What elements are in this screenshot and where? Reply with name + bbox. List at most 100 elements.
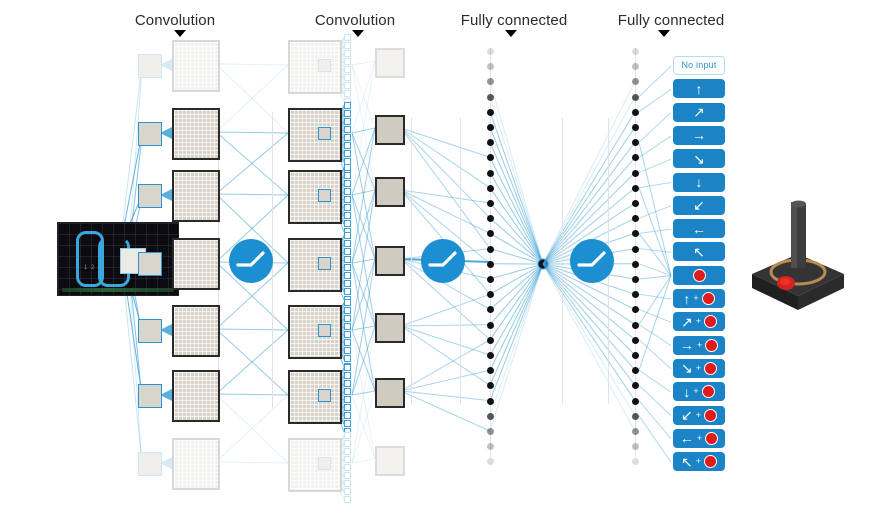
fc2-unit xyxy=(632,336,639,344)
conv2-receptive-square xyxy=(318,257,331,270)
atari-joystick xyxy=(745,196,855,321)
conv2-output-square xyxy=(375,378,405,408)
conv2-pool-cell xyxy=(344,66,351,73)
conv2-feature-map xyxy=(288,108,342,162)
conv2-pool-cell xyxy=(344,82,351,89)
arrow-icon-down-right: ↘ xyxy=(693,150,705,167)
conv2-pool-cell xyxy=(344,347,351,354)
action-button-up[interactable]: ↑ xyxy=(673,79,725,99)
plus-symbol: + xyxy=(695,409,701,420)
fc1-unit xyxy=(487,169,494,177)
column-label-fc1: Fully connected xyxy=(460,12,568,29)
conv2-pool-cell xyxy=(344,323,351,330)
fire-button-icon xyxy=(704,408,717,422)
action-button-up-right[interactable]: ↗ xyxy=(673,102,725,122)
arrow-icon-left-fire: ← xyxy=(679,430,694,447)
conv2-receptive-square xyxy=(318,324,331,337)
fc1-unit xyxy=(487,397,494,405)
fc1-unit xyxy=(487,352,494,359)
action-button-down-fire[interactable]: ↓ + xyxy=(673,382,725,402)
fc1-unit xyxy=(487,93,494,101)
action-button-no-input[interactable]: No input xyxy=(673,56,725,75)
fc1-unit xyxy=(487,428,494,435)
separator-5 xyxy=(562,118,563,404)
conv2-output-square xyxy=(375,177,405,207)
fc2-unit xyxy=(632,200,639,207)
conv2-pool-cell xyxy=(344,102,351,109)
conv2-feature-map xyxy=(288,370,342,424)
conv2-pool-cell xyxy=(344,288,351,295)
conv2-feature-map xyxy=(288,438,342,492)
conv2-pool-cell xyxy=(344,432,351,439)
action-button-right-fire[interactable]: → + xyxy=(673,335,725,355)
action-button-down-left-fire[interactable]: ↙ + xyxy=(673,405,725,425)
conv1-feature-map xyxy=(172,170,220,222)
conv2-pool-cell xyxy=(344,42,351,49)
fire-button-icon xyxy=(692,268,706,282)
arrow-icon-left: ← xyxy=(692,220,706,237)
conv2-output-square xyxy=(375,313,405,343)
fire-button-icon xyxy=(704,455,717,469)
conv2-pool-cell xyxy=(344,464,351,471)
fc1-unit xyxy=(487,336,494,344)
fire-button-icon xyxy=(704,315,717,329)
conv1-receptive-square xyxy=(138,252,162,276)
conv2-pool-cell xyxy=(344,299,351,306)
action-button-left[interactable]: ← xyxy=(673,219,725,239)
conv2-pool-cell xyxy=(344,404,351,411)
action-button-right[interactable]: → xyxy=(673,125,725,145)
conv2-pool-cell xyxy=(344,307,351,314)
action-button-up-fire[interactable]: ↑ + xyxy=(673,289,725,308)
fc1-unit xyxy=(487,184,494,192)
fc2-unit xyxy=(632,397,639,405)
arrow-icon-right-fire: → xyxy=(679,337,694,354)
conv2-pool-cell xyxy=(344,388,351,395)
action-button-up-left[interactable]: ↖ xyxy=(673,242,725,262)
fc2-unit xyxy=(632,169,639,177)
conv1-feature-map xyxy=(172,370,220,422)
conv2-pool-cell xyxy=(344,196,351,203)
conv2-pool-cell xyxy=(344,150,351,157)
action-button-up-left-fire[interactable]: ↖ + xyxy=(673,452,725,472)
plus-symbol: + xyxy=(693,386,699,397)
conv1-receptive-square xyxy=(138,384,162,408)
action-button-left-fire[interactable]: ← + xyxy=(673,428,725,448)
conv2-pool-cell xyxy=(344,188,351,195)
arrow-icon-up-left-fire: ↖ xyxy=(681,453,693,470)
fc2-unit xyxy=(632,108,639,116)
action-button-up-right-fire[interactable]: ↗ + xyxy=(673,312,725,332)
action-button-down-right[interactable]: ↘ xyxy=(673,149,725,169)
arrow-icon-down-right-fire: ↘ xyxy=(681,360,693,377)
fc1-unit xyxy=(487,276,494,283)
action-button-down-left[interactable]: ↙ xyxy=(673,195,725,215)
conv2-pool-cell xyxy=(344,355,351,362)
conv2-pool-cell xyxy=(344,280,351,287)
conv2-pool-cell xyxy=(344,164,351,171)
conv2-pool-cell xyxy=(344,412,351,419)
conv2-receptive-square xyxy=(318,189,331,202)
fire-button-icon xyxy=(705,431,719,445)
action-button-fire[interactable] xyxy=(673,265,725,285)
caret-icon-conv1 xyxy=(174,30,186,37)
action-button-down[interactable]: ↓ xyxy=(673,172,725,192)
conv2-pool-cell xyxy=(344,440,351,447)
conv2-pool-cell xyxy=(344,472,351,479)
fc1-unit xyxy=(487,321,494,329)
conv1-feature-map xyxy=(172,108,220,160)
caret-icon-conv2 xyxy=(352,30,364,37)
conv2-pool-cell xyxy=(344,448,351,455)
conv1-receptive-square xyxy=(138,54,162,78)
fc2-unit xyxy=(632,352,639,359)
fc2-unit xyxy=(632,93,639,101)
plus-symbol: + xyxy=(696,339,703,350)
fc1-unit xyxy=(487,108,494,116)
relu-icon xyxy=(421,239,465,283)
conv2-pool-cell xyxy=(344,331,351,338)
action-button-down-right-fire[interactable]: ↘ + xyxy=(673,358,725,378)
conv2-pool-cell xyxy=(344,204,351,211)
conv2-pool-cell xyxy=(344,380,351,387)
diagram-canvas: Convolution Convolution Fully connected … xyxy=(0,0,873,518)
conv2-receptive-square xyxy=(318,59,331,72)
conv2-receptive-square xyxy=(318,127,331,140)
conv2-output-square xyxy=(375,446,405,476)
